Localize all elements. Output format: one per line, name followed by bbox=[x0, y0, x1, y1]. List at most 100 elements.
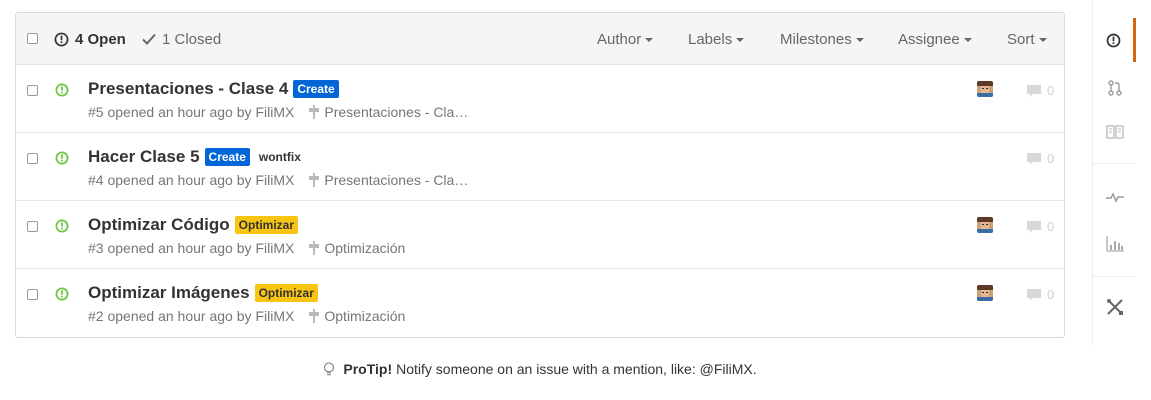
milestone-icon bbox=[309, 173, 320, 187]
assignee-avatar[interactable] bbox=[977, 217, 993, 233]
nav-graphs[interactable] bbox=[1093, 222, 1136, 266]
issue-opened-text: opened an hour ago by bbox=[107, 172, 252, 188]
label-create[interactable]: Create bbox=[293, 80, 339, 98]
issue-opened-icon bbox=[55, 287, 69, 306]
label-optimizar[interactable]: Optimizar bbox=[234, 216, 299, 234]
issue-number: #4 bbox=[88, 172, 104, 188]
milestone-name: Optimización bbox=[324, 240, 406, 256]
caret-down-icon bbox=[963, 38, 972, 42]
protip: ProTip! Notify someone on an issue with … bbox=[0, 361, 1080, 380]
check-icon bbox=[142, 33, 156, 45]
issue-checkbox[interactable] bbox=[27, 221, 38, 232]
comments-link[interactable]: 0 bbox=[1026, 151, 1054, 166]
open-issues-toggle[interactable]: 4 Open bbox=[54, 13, 126, 65]
protip-text: Notify someone on an issue with a mentio… bbox=[396, 361, 757, 377]
milestone-icon bbox=[309, 105, 320, 119]
issue-opened-text: opened an hour ago by bbox=[107, 240, 252, 256]
issue-checkbox[interactable] bbox=[27, 153, 38, 164]
sort-filter[interactable]: Sort bbox=[1007, 13, 1047, 65]
label-create[interactable]: Create bbox=[204, 148, 250, 166]
issue-opened-icon bbox=[54, 32, 69, 47]
milestones-filter[interactable]: Milestones bbox=[780, 13, 864, 65]
milestone-link[interactable]: Optimización bbox=[308, 240, 405, 256]
author-filter[interactable]: Author bbox=[597, 13, 654, 65]
issue-title-link[interactable]: Presentaciones - Clase 4 bbox=[88, 79, 288, 99]
nav-divider bbox=[1093, 276, 1136, 277]
comment-icon bbox=[1027, 288, 1041, 301]
issues-list-header: 4 Open 1 Closed Author Labels Milestones… bbox=[16, 13, 1064, 65]
milestone-link[interactable]: Presentaciones - Cla… bbox=[308, 104, 468, 120]
pull-request-icon bbox=[1107, 80, 1122, 96]
closed-count: 1 Closed bbox=[162, 30, 222, 48]
caret-down-icon bbox=[855, 38, 864, 42]
comment-count: 0 bbox=[1047, 151, 1055, 166]
assignee-filter[interactable]: Assignee bbox=[898, 13, 972, 65]
issue-author-link[interactable]: FiliMX bbox=[255, 104, 294, 120]
lightbulb-icon bbox=[324, 361, 335, 375]
issue-author-link[interactable]: FiliMX bbox=[255, 172, 294, 188]
milestone-icon bbox=[309, 309, 320, 323]
milestone-icon bbox=[309, 241, 320, 255]
comments-link[interactable]: 0 bbox=[1026, 83, 1054, 98]
labels-filter[interactable]: Labels bbox=[688, 13, 745, 65]
nav-pulse[interactable] bbox=[1093, 175, 1136, 219]
nav-settings[interactable] bbox=[1093, 285, 1136, 329]
issue-author-link[interactable]: FiliMX bbox=[255, 308, 294, 324]
comment-icon bbox=[1027, 152, 1041, 165]
label-optimizar[interactable]: Optimizar bbox=[254, 284, 318, 302]
issue-title-link[interactable]: Optimizar Imágenes bbox=[88, 283, 250, 303]
issues-icon bbox=[1106, 33, 1120, 47]
protip-label: ProTip! bbox=[343, 361, 393, 377]
issue-row[interactable]: Hacer Clase 5 Create wontfix #4 opened a… bbox=[16, 133, 1064, 201]
caret-down-icon bbox=[645, 38, 654, 42]
nav-issues[interactable] bbox=[1093, 18, 1136, 62]
issues-list: 4 Open 1 Closed Author Labels Milestones… bbox=[15, 12, 1065, 338]
graphs-icon bbox=[1105, 236, 1124, 252]
comment-count: 0 bbox=[1047, 287, 1055, 302]
pulse-icon bbox=[1105, 192, 1124, 203]
issue-author-link[interactable]: FiliMX bbox=[255, 240, 294, 256]
milestone-name: Presentaciones - Cla… bbox=[324, 104, 469, 120]
issue-title-link[interactable]: Optimizar Código bbox=[88, 215, 230, 235]
issue-row[interactable]: Optimizar Código Optimizar #3 opened an … bbox=[16, 201, 1064, 269]
issue-opened-text: opened an hour ago by bbox=[107, 104, 252, 120]
milestone-link[interactable]: Optimización bbox=[308, 308, 405, 324]
issue-opened-icon bbox=[55, 151, 69, 170]
assignee-avatar[interactable] bbox=[977, 285, 993, 301]
issue-number: #3 bbox=[88, 240, 104, 256]
issue-checkbox[interactable] bbox=[27, 85, 38, 96]
caret-down-icon bbox=[736, 38, 745, 42]
nav-wiki[interactable] bbox=[1093, 110, 1136, 154]
wiki-book-icon bbox=[1105, 125, 1124, 139]
sort-filter-label: Sort bbox=[1007, 30, 1035, 48]
comment-count: 0 bbox=[1047, 83, 1055, 98]
issue-number: #5 bbox=[88, 104, 104, 120]
assignee-filter-label: Assignee bbox=[898, 30, 960, 48]
settings-tools-icon bbox=[1106, 299, 1123, 315]
comment-count: 0 bbox=[1047, 219, 1055, 234]
assignee-avatar[interactable] bbox=[977, 81, 993, 97]
issue-row[interactable]: Optimizar Imágenes Optimizar #2 opened a… bbox=[16, 269, 1064, 337]
comments-link[interactable]: 0 bbox=[1026, 219, 1054, 234]
repo-side-nav bbox=[1092, 0, 1136, 345]
milestone-link[interactable]: Presentaciones - Cla… bbox=[308, 172, 468, 188]
select-all-checkbox[interactable] bbox=[27, 33, 38, 44]
author-filter-label: Author bbox=[597, 30, 642, 48]
issue-row[interactable]: Presentaciones - Clase 4 Create #5 opene… bbox=[16, 65, 1064, 133]
issue-opened-icon bbox=[55, 83, 69, 102]
issue-title-link[interactable]: Hacer Clase 5 bbox=[88, 147, 200, 167]
issue-checkbox[interactable] bbox=[27, 289, 38, 300]
milestone-name: Presentaciones - Cla… bbox=[324, 172, 469, 188]
issue-opened-text: opened an hour ago by bbox=[107, 308, 252, 324]
label-wontfix[interactable]: wontfix bbox=[254, 148, 305, 166]
issue-number: #2 bbox=[88, 308, 104, 324]
issue-opened-icon bbox=[55, 219, 69, 238]
comments-link[interactable]: 0 bbox=[1026, 287, 1054, 302]
nav-pull-requests[interactable] bbox=[1093, 66, 1136, 110]
caret-down-icon bbox=[1038, 38, 1047, 42]
labels-filter-label: Labels bbox=[688, 30, 733, 48]
open-count: 4 Open bbox=[75, 30, 126, 48]
comment-icon bbox=[1027, 84, 1041, 97]
nav-divider bbox=[1093, 163, 1136, 164]
closed-issues-toggle[interactable]: 1 Closed bbox=[142, 13, 221, 65]
